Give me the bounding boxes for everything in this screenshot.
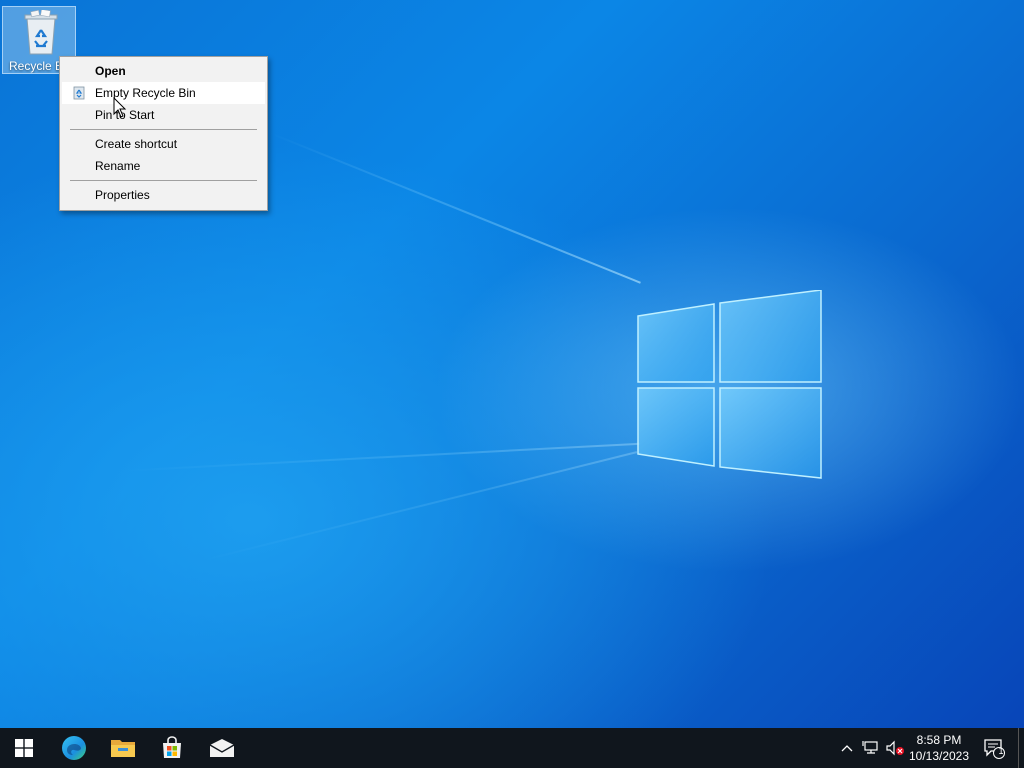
menu-item-empty-recycle-bin[interactable]: Empty Recycle Bin [62, 82, 265, 104]
menu-item-label: Empty Recycle Bin [95, 86, 196, 100]
windows-logo-wallpaper [637, 290, 822, 479]
network-icon [862, 741, 878, 754]
start-button[interactable] [0, 728, 48, 768]
taskbar-store-button[interactable] [148, 728, 196, 768]
light-beam [120, 442, 640, 472]
menu-item-label: Open [95, 64, 126, 78]
clock-date: 10/13/2023 [908, 749, 970, 763]
recycle-bin-icon [24, 10, 58, 55]
menu-item-label: Rename [95, 159, 141, 173]
volume-button[interactable] [884, 736, 906, 760]
menu-item-properties[interactable]: Properties [62, 184, 265, 206]
taskbar-clock[interactable]: 8:58 PM 10/13/2023 [904, 732, 974, 764]
volume-muted-icon [886, 740, 904, 756]
menu-item-create-shortcut[interactable]: Create shortcut [62, 133, 265, 155]
menu-separator [70, 180, 257, 181]
taskbar-edge-button[interactable] [50, 728, 98, 768]
edge-browser-icon [62, 736, 86, 760]
light-beam [200, 451, 638, 562]
menu-item-open[interactable]: Open [62, 60, 265, 82]
recycle-icon [73, 86, 85, 100]
microsoft-store-icon [163, 736, 181, 758]
show-hidden-icons-button[interactable] [836, 736, 858, 760]
chevron-up-icon [841, 745, 853, 752]
menu-item-label: Create shortcut [95, 137, 178, 151]
action-center-button[interactable]: 1 [982, 736, 1006, 760]
show-desktop-button[interactable] [1018, 728, 1024, 768]
clock-time: 8:58 PM [916, 733, 962, 747]
taskbar-mail-button[interactable] [198, 728, 246, 768]
mouse-cursor-icon [113, 97, 127, 118]
menu-item-rename[interactable]: Rename [62, 155, 265, 177]
mail-icon [209, 739, 235, 757]
light-beam [269, 132, 641, 284]
desktop[interactable]: Recycle Bin Open Empty Recycle Bin Pin t… [0, 0, 1024, 728]
file-explorer-icon [111, 740, 135, 757]
windows-start-icon [15, 739, 33, 757]
menu-item-label: Properties [95, 188, 150, 202]
menu-item-pin-to-start[interactable]: Pin to Start [62, 104, 265, 126]
menu-separator [70, 129, 257, 130]
network-status-button[interactable] [860, 736, 882, 760]
taskbar: 8:58 PM 10/13/2023 1 [0, 728, 1024, 768]
notification-count: 1 [998, 746, 1004, 756]
taskbar-file-explorer-button[interactable] [99, 728, 147, 768]
context-menu: Open Empty Recycle Bin Pin to Start Crea… [59, 56, 268, 211]
